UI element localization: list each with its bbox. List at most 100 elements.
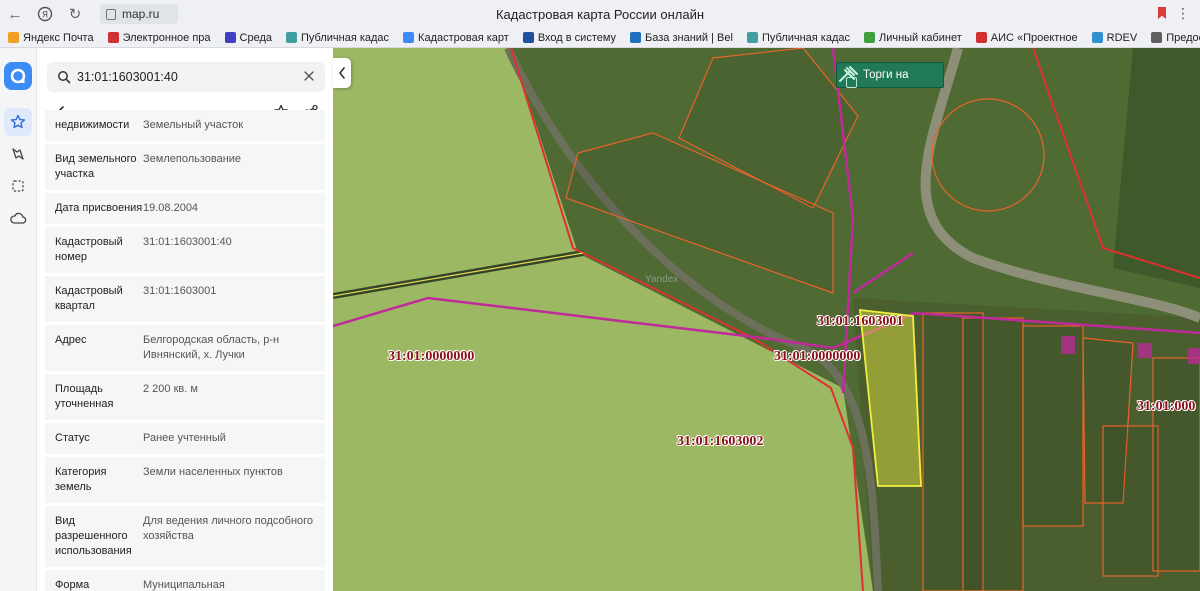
bookmark-favicon-icon [863, 32, 875, 43]
detail-key: Адрес [55, 334, 87, 346]
detail-key: Кадастровый квартал [55, 285, 123, 312]
select-area-icon[interactable] [4, 172, 32, 200]
bookmark-label: АИС «Проектное [990, 31, 1078, 44]
auction-label: Торги на [863, 69, 909, 81]
bookmark-label: Публичная кадас [301, 31, 390, 44]
bookmark-favicon-icon [224, 32, 236, 43]
quarter-label[interactable]: 31:01:1603001 [817, 314, 903, 330]
bookmark-favicon-icon [746, 32, 758, 43]
quarter-label[interactable]: 31:01:0000000 [388, 349, 474, 365]
detail-value: Муниципальная [143, 579, 225, 591]
svg-text:Я: Я [42, 11, 48, 21]
back-arrow-icon[interactable]: ← [0, 0, 30, 28]
address-url: map.ru [122, 7, 160, 21]
bookmark-item[interactable]: Яндекс Почта [8, 32, 94, 44]
bookmark-favicon-icon [1091, 32, 1103, 43]
parcel-village-6[interactable] [1152, 357, 1200, 572]
detail-row: Форма собственности Муниципальная [45, 570, 325, 591]
detail-key: недвижимости [55, 119, 130, 131]
bookmark-favicon-icon [107, 32, 119, 43]
bookmark-label: Публичная кадас [761, 31, 850, 44]
detail-key: Статус [55, 432, 90, 444]
detail-value: Ранее учтенный [143, 432, 226, 444]
app-logo-icon[interactable] [4, 62, 32, 90]
bookmark-favicon-icon [975, 32, 987, 43]
auction-hammer-icon [839, 66, 858, 82]
bookmark-item[interactable]: Публичная кадас [286, 32, 389, 44]
parcel-village-2[interactable] [962, 317, 1024, 591]
bookmark-favicon-icon [286, 32, 297, 43]
detail-row: Вид разрешенного использования Для ведени… [45, 506, 325, 567]
bookmark-label: Вход в систему [537, 31, 617, 44]
bookmark-label: Яндекс Почта [23, 31, 94, 44]
detail-key: Категория земель [55, 466, 107, 493]
quarter-label[interactable]: 31:01:1603002 [677, 434, 763, 450]
bookmark-favicon-icon [522, 32, 534, 43]
detail-key: Вид земельного участка [55, 153, 137, 180]
building-marker[interactable] [1138, 343, 1152, 358]
bookmark-favicon-icon [403, 32, 415, 43]
bookmark-label: База знаний | Bel [645, 31, 733, 44]
quarter-label[interactable]: 31:01:000 [1137, 399, 1195, 415]
detail-key: Площадь уточненная [55, 383, 114, 410]
detail-row: Вид земельного участка Землепользование [45, 144, 325, 190]
detail-key: Вид разрешенного использования [55, 515, 132, 557]
search-box[interactable]: 31:01:1603001:40 [47, 62, 325, 92]
address-bar[interactable]: map.ru [100, 4, 178, 24]
parcel-village-5[interactable] [1102, 425, 1159, 577]
map-canvas[interactable] [333, 48, 1200, 591]
bookmark-item[interactable]: Вход в систему [522, 31, 617, 44]
favorites-star-icon[interactable] [4, 108, 32, 136]
auction-badge[interactable]: Торги на [836, 62, 944, 88]
detail-value: 31:01:1603001 [143, 285, 217, 297]
browser-toolbar: ← Я ↻ [0, 0, 1200, 28]
object-info-panel: 31:01:1603001:40 недвижимости Земельный у… [37, 48, 333, 591]
bookmark-favicon-icon [630, 32, 642, 43]
bookmark-item[interactable]: Кадастровая карт [403, 32, 509, 44]
building-marker[interactable] [1188, 348, 1200, 364]
detail-value: Землепользование [143, 153, 242, 165]
yandex-browser-icon[interactable]: Я [30, 0, 60, 28]
detail-row: Кадастровый номер 31:01:1603001:40 [45, 227, 325, 273]
cloud-icon[interactable] [4, 204, 32, 232]
bookmarks-bar: Яндекс Почта Электронное пра Среда Публична… [0, 28, 1200, 48]
detail-value: 2 200 кв. м [143, 383, 198, 395]
bookmark-favicon-icon [8, 32, 19, 43]
menu-dots-icon[interactable]: ⋮ [1176, 5, 1190, 22]
route-map-icon[interactable] [4, 140, 32, 168]
detail-row: Кадастровый квартал 31:01:1603001 [45, 276, 325, 322]
detail-row: Категория земель Земли населенных пунктов [45, 457, 325, 503]
detail-value: Земельный участок [143, 119, 244, 131]
search-icon [57, 70, 71, 84]
cadastral-map[interactable]: Торги на Yandex 31:01:1603001 31:01:0000… [333, 48, 1200, 591]
bookmark-item[interactable]: Электронное пра [107, 31, 211, 44]
parcel-village-3[interactable] [1022, 325, 1084, 527]
bookmark-label: Электронное пра [122, 31, 211, 44]
bookmark-item[interactable]: RDEV [1091, 32, 1137, 44]
detail-row: Дата присвоения 19.08.2004 [45, 193, 325, 224]
bookmark-label: Предоставление [1166, 31, 1200, 44]
search-query[interactable]: 31:01:1603001:40 [77, 70, 178, 84]
detail-row: Статус Ранее учтенный [45, 423, 325, 454]
yandex-watermark: Yandex [645, 274, 679, 285]
collapse-chevron-icon [339, 67, 345, 79]
bookmark-favicon-icon [1151, 32, 1163, 43]
building-marker[interactable] [1061, 336, 1075, 354]
bookmark-label: Кадастровая карт [418, 31, 509, 44]
bookmark-item[interactable]: Среда [224, 32, 272, 44]
detail-key: Форма собственности [55, 579, 90, 591]
detail-value: 31:01:1603001:40 [143, 236, 232, 248]
bookmark-label: Личный кабинет [878, 31, 962, 44]
reload-icon[interactable]: ↻ [60, 0, 90, 28]
bookmark-item[interactable]: Предоставление [1151, 32, 1200, 44]
clear-search-icon[interactable] [303, 70, 315, 82]
quarter-label[interactable]: 31:01:0000000 [774, 349, 860, 365]
details-list: недвижимости Земельный участок Вид земельн… [45, 110, 325, 591]
bookmark-item[interactable]: Личный кабинет [863, 31, 962, 44]
detail-value: Земли населенных пунктов [143, 466, 283, 478]
bookmark-item[interactable]: Публичная кадас [746, 31, 850, 44]
bookmark-item[interactable]: База знаний | Bel [630, 32, 733, 44]
collapse-panel-button[interactable] [333, 58, 351, 88]
detail-key: Дата присвоения [55, 202, 143, 214]
bookmark-item[interactable]: АИС «Проектное [975, 31, 1078, 44]
